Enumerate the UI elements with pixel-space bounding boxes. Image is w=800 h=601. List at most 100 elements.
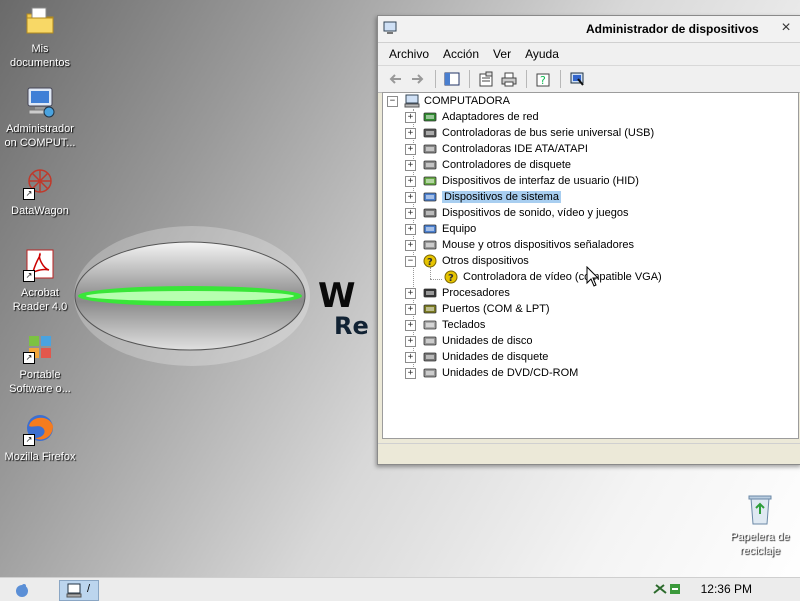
show-hide-tree-icon[interactable]: [441, 69, 463, 89]
tree-category-item[interactable]: + Unidades de disco: [405, 333, 533, 349]
expand-button[interactable]: +: [405, 239, 416, 251]
system-devices-icon: [422, 190, 438, 204]
tree-category-item[interactable]: −? Otros dispositivos: [405, 253, 529, 269]
desktop-icon-datawagon[interactable]: ↗ DataWagon: [2, 166, 78, 218]
folder-documents-icon: [23, 4, 57, 38]
tree-child-item[interactable]: ? Controladora de vídeo (compatible VGA): [443, 269, 662, 285]
sound-icon: [422, 206, 438, 220]
properties-icon[interactable]: [475, 69, 497, 89]
clock[interactable]: 12:36 PM: [701, 582, 752, 596]
back-icon[interactable]: [384, 69, 406, 89]
tree-category-item[interactable]: + Teclados: [405, 317, 485, 333]
tree-category-item[interactable]: + Procesadores: [405, 285, 510, 301]
desktop-icon-label: Papelera de: [730, 531, 790, 543]
ports-icon: [422, 302, 438, 316]
tree-category-item[interactable]: + Equipo: [405, 221, 476, 237]
tree-item-label: Dispositivos de sonido, vídeo y juegos: [442, 207, 629, 219]
desktop-icon-firefox[interactable]: ↗ Mozilla Firefox: [2, 412, 78, 464]
desktop-icon-label: Acrobat: [21, 287, 59, 299]
status-bar: [378, 443, 800, 464]
tree-category-item[interactable]: + Controladores de disquete: [405, 157, 571, 173]
expand-button[interactable]: +: [405, 143, 416, 155]
expand-button[interactable]: +: [405, 287, 416, 299]
expand-button[interactable]: +: [405, 367, 416, 379]
tree-category-item[interactable]: + Dispositivos de sonido, vídeo y juegos: [405, 205, 629, 221]
forward-icon[interactable]: [407, 69, 429, 89]
expand-button[interactable]: +: [405, 303, 416, 315]
menu-archivo[interactable]: Archivo: [382, 47, 436, 61]
svg-text:?: ?: [540, 74, 546, 87]
desktop-icon-label: documentos: [10, 57, 70, 69]
desktop-icon-portable-software[interactable]: ↗ Portable Software o...: [2, 330, 78, 396]
desktop-icon-label: Portable: [19, 369, 61, 381]
start-logo-icon: [16, 584, 28, 597]
desktop-icon-administrador[interactable]: Administrador on COMPUT...: [2, 84, 78, 150]
datawagon-icon: ↗: [23, 166, 57, 200]
tray-network-icon[interactable]: [652, 581, 686, 597]
tree-connector: [430, 279, 442, 280]
taskbar-button-device-manager[interactable]: /: [59, 580, 99, 601]
svg-text:?: ?: [448, 273, 454, 284]
tree-item-label: Teclados: [442, 319, 486, 331]
device-manager-window: Administrador de dispositivos × Archivo …: [377, 15, 800, 465]
title-bar[interactable]: Administrador de dispositivos ×: [378, 16, 800, 43]
expand-button[interactable]: +: [405, 159, 416, 171]
desktop-icon-label: Reader 4.0: [12, 301, 68, 313]
toolbar-separator: [560, 70, 561, 88]
computer-equipment-icon: [422, 222, 438, 236]
menu-accion[interactable]: Acción: [436, 47, 486, 61]
expand-button[interactable]: +: [405, 191, 416, 203]
collapse-button[interactable]: −: [387, 95, 398, 107]
expand-button[interactable]: +: [405, 127, 416, 139]
menu-ver[interactable]: Ver: [486, 47, 518, 61]
expand-button[interactable]: +: [405, 111, 416, 123]
tree-item-label: Otros dispositivos: [442, 255, 529, 267]
shortcut-arrow-icon: ↗: [23, 352, 35, 364]
start-button[interactable]: [14, 582, 30, 598]
toolbar-separator: [469, 70, 470, 88]
print-icon[interactable]: [498, 69, 520, 89]
tree-item-label: Unidades de disco: [442, 335, 533, 347]
tree-category-item[interactable]: + Adaptadores de red: [405, 109, 539, 125]
portable-software-icon: ↗: [23, 330, 57, 364]
tree-category-item[interactable]: + Dispositivos de sistema: [405, 189, 561, 205]
desktop-icon-mis-documentos[interactable]: Mis documentos: [2, 4, 78, 70]
desktop-icon-label: Mis: [31, 43, 49, 55]
expand-button[interactable]: +: [405, 175, 416, 187]
shortcut-arrow-icon: ↗: [23, 188, 35, 200]
expand-button[interactable]: +: [405, 319, 416, 331]
device-manager-icon: [382, 20, 398, 39]
computer-icon: [404, 94, 420, 108]
tree-item-label: Mouse y otros dispositivos señaladores: [442, 239, 634, 251]
collapse-button[interactable]: −: [405, 255, 416, 267]
help-icon[interactable]: ?: [532, 69, 554, 89]
close-button[interactable]: ×: [777, 19, 795, 37]
tree-category-item[interactable]: + Unidades de DVD/CD-ROM: [405, 365, 578, 381]
tree-item-label: Adaptadores de red: [442, 111, 539, 123]
expand-button[interactable]: +: [405, 335, 416, 347]
tree-root[interactable]: − COMPUTADORA: [387, 93, 510, 109]
tree-category-item[interactable]: + Controladoras IDE ATA/ATAPI: [405, 141, 588, 157]
expand-button[interactable]: +: [405, 207, 416, 219]
menu-ayuda[interactable]: Ayuda: [518, 47, 566, 61]
tree-category-item[interactable]: + Dispositivos de interfaz de usuario (HI…: [405, 173, 639, 189]
desktop-icon-label: Software o...: [9, 383, 71, 395]
dvd-drive-icon: [422, 366, 438, 380]
usb-icon: [422, 126, 438, 140]
wallpaper-letter-w: W: [318, 276, 355, 316]
unknown-device-icon: ?: [422, 254, 438, 268]
desktop-icon-label: DataWagon: [11, 205, 69, 217]
desktop-icon-label: on COMPUT...: [4, 137, 76, 149]
tree-category-item[interactable]: + Unidades de disquete: [405, 349, 548, 365]
expand-button[interactable]: +: [405, 223, 416, 235]
desktop-icon-recycle-bin[interactable]: Papelera de reciclaje: [722, 492, 798, 558]
tree-category-item[interactable]: + Puertos (COM & LPT): [405, 301, 550, 317]
acrobat-reader-icon: ↗: [23, 248, 57, 282]
tree-category-item[interactable]: + Mouse y otros dispositivos señaladores: [405, 237, 634, 253]
scan-hardware-icon[interactable]: [566, 69, 588, 89]
tree-category-item[interactable]: + Controladoras de bus serie universal (U…: [405, 125, 654, 141]
expand-button[interactable]: +: [405, 351, 416, 363]
desktop-icon-acrobat[interactable]: ↗ Acrobat Reader 4.0: [2, 248, 78, 314]
disk-drive-icon: [422, 334, 438, 348]
network-adapter-icon: [422, 110, 438, 124]
